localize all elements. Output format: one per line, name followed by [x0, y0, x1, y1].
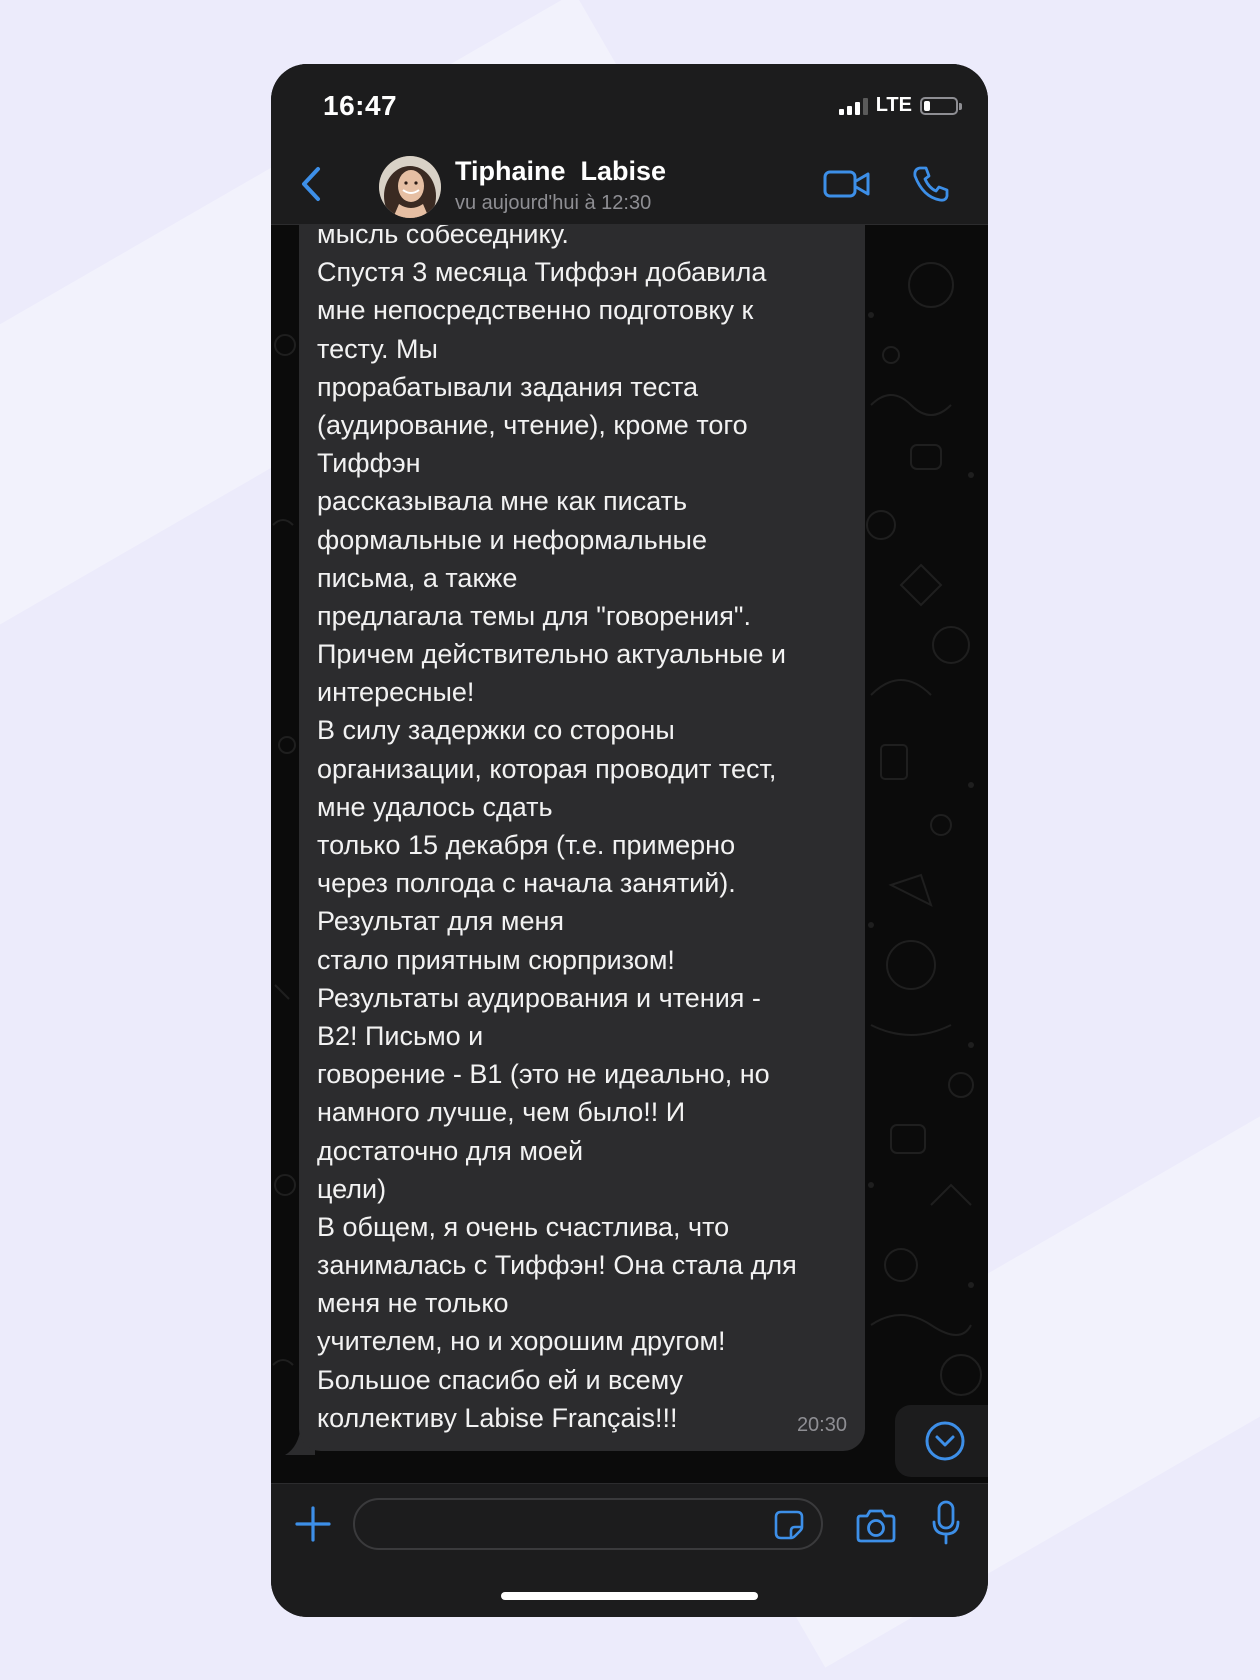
message-line: меня не только	[317, 1288, 509, 1319]
avatar-image	[379, 156, 441, 218]
message-line: через полгода с начала занятий).	[317, 868, 736, 899]
message-line: мне удалось сдать	[317, 791, 553, 822]
contact-name[interactable]: Tiphaine Labise	[455, 156, 666, 187]
voice-call-button[interactable]	[911, 164, 951, 204]
message-line: интересные!	[317, 677, 475, 708]
message-line: Большое спасибо ей и всему	[317, 1364, 683, 1395]
status-time: 16:47	[323, 90, 398, 121]
battery-level	[924, 100, 930, 111]
message-timestamp: 20:30	[796, 1414, 847, 1436]
message-line: Причем действительно актуальные и	[317, 639, 786, 670]
back-button[interactable]	[289, 162, 333, 206]
phone-frame: 16:47 LTE Tiphaine Labise vu aujourd'hui…	[271, 64, 988, 1617]
message-line: достаточно для моей	[317, 1135, 584, 1166]
status-bar: 16:47 LTE	[271, 64, 988, 144]
chevron-down-circle-icon	[925, 1421, 965, 1461]
message-line: учителем, но и хорошим другом!	[317, 1326, 726, 1357]
status-indicators: LTE	[838, 94, 962, 117]
message-line: прорабатывали задания теста	[317, 371, 699, 402]
message-line: предлагала темы для "говорения".	[317, 600, 751, 631]
chevron-left-icon	[302, 167, 320, 201]
sticker-button[interactable]	[773, 1509, 805, 1541]
message-bubble[interactable]: донести своюмысль собеседнику.Спустя 3 м…	[299, 225, 865, 1451]
message-line: формальные и неформальные	[317, 524, 707, 555]
message-input-bar	[271, 1483, 988, 1617]
battery-icon	[920, 96, 962, 115]
message-line: письма, а также	[317, 562, 518, 593]
sticker-icon	[774, 1510, 804, 1540]
message-line: цели)	[317, 1173, 387, 1204]
avatar[interactable]	[379, 156, 441, 218]
camera-button[interactable]	[855, 1506, 897, 1544]
message-line: (аудирование, чтение), кроме того	[317, 409, 748, 440]
chat-header: Tiphaine Labise vu aujourd'hui à 12:30	[271, 144, 988, 225]
message-line: только 15 декабря (т.е. примерно	[317, 830, 736, 860]
message-line: Результаты аудирования и чтения -	[317, 982, 761, 1013]
network-type: LTE	[875, 94, 912, 116]
message-line: мысль собеседнику.	[317, 225, 569, 249]
message-text: донести своюмысль собеседнику.Спустя 3 м…	[317, 225, 862, 1437]
home-indicator	[501, 1592, 758, 1600]
message-line: мне непосредственно подготовку к	[317, 295, 754, 326]
message-line: В общем, я очень счастлива, что	[317, 1211, 730, 1242]
message-line: занималась с Тиффэн! Она стала для	[317, 1250, 797, 1281]
phone-icon	[913, 166, 949, 202]
scroll-to-bottom-button[interactable]	[895, 1405, 988, 1477]
microphone-icon	[932, 1500, 960, 1545]
video-call-button[interactable]	[823, 166, 871, 202]
message-line: коллективу Labise Français!!!	[317, 1402, 678, 1433]
message-line: говорение - B1 (это не идеально, но	[317, 1059, 770, 1090]
signal-strength-icon	[838, 97, 868, 115]
last-seen-status: vu aujourd'hui à 12:30	[455, 192, 652, 214]
message-line: Спустя 3 месяца Тиффэн добавила	[317, 257, 767, 288]
microphone-button[interactable]	[931, 1500, 961, 1546]
camera-icon	[856, 1509, 896, 1543]
message-line: Результат для меня	[317, 906, 565, 937]
message-line: намного лучше, чем было!! И	[317, 1097, 686, 1128]
message-line: Тиффэн	[317, 448, 421, 479]
message-line: тесту. Мы	[317, 333, 438, 364]
attach-button[interactable]	[291, 1502, 335, 1546]
plus-icon	[295, 1506, 331, 1542]
message-line: организации, которая проводит тест,	[317, 753, 777, 784]
chat-area[interactable]: донести своюмысль собеседнику.Спустя 3 м…	[271, 225, 988, 1483]
video-camera-icon	[823, 170, 870, 198]
message-line: В силу задержки со стороны	[317, 715, 675, 746]
message-input[interactable]	[353, 1498, 823, 1550]
message-line: рассказывала мне как писать	[317, 486, 688, 517]
message-line: B2! Письмо и	[317, 1020, 484, 1051]
message-line: стало приятным сюрпризом!	[317, 944, 675, 975]
